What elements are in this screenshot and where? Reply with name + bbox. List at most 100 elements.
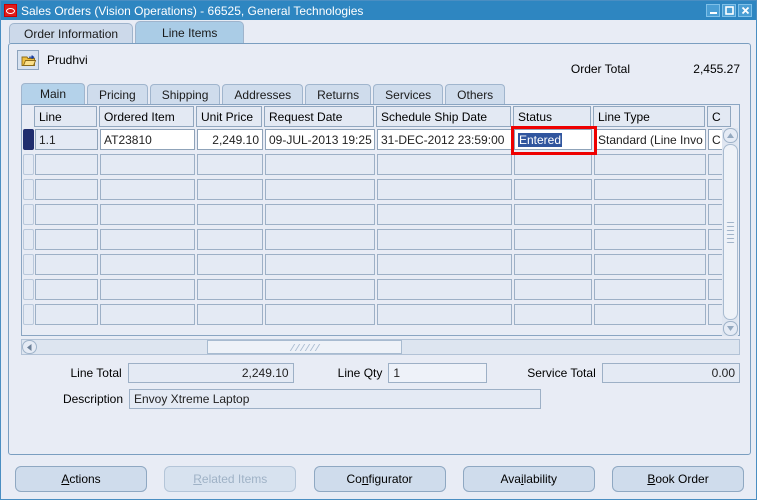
cell-schedule-ship-date[interactable] [377,204,512,225]
subtab-addresses[interactable]: Addresses [222,84,304,104]
table-row[interactable] [22,177,739,202]
record-indicator[interactable] [23,129,34,150]
cell-ordered-item[interactable] [100,229,195,250]
cell-ordered-item[interactable] [100,254,195,275]
tab-order-information[interactable]: Order Information [9,23,134,43]
cell-line-type[interactable]: Standard (Line Invo [594,129,706,150]
open-folder-icon[interactable] [17,50,39,70]
cell-line[interactable] [35,279,98,300]
cell-unit-price[interactable] [197,179,263,200]
subtab-others[interactable]: Others [445,84,506,104]
horizontal-scroll-track[interactable] [37,340,739,354]
cell-line-type[interactable] [594,254,706,275]
minimize-icon[interactable] [706,4,720,17]
tab-line-items[interactable]: Line Items [135,21,245,43]
cell-ordered-item[interactable] [100,204,195,225]
record-indicator[interactable] [23,304,34,325]
cell-request-date[interactable] [265,154,375,175]
cell-schedule-ship-date[interactable] [377,229,512,250]
cell-request-date[interactable] [265,204,375,225]
cell-schedule-ship-date[interactable] [377,304,512,325]
subtab-services[interactable]: Services [373,84,444,104]
cell-unit-price[interactable] [197,204,263,225]
subtab-main[interactable]: Main [21,83,86,104]
cell-line-type[interactable] [594,279,706,300]
scroll-down-icon[interactable] [722,321,738,336]
cell-line[interactable] [35,204,98,225]
cell-status[interactable] [514,179,592,200]
scroll-up-icon[interactable] [722,128,738,143]
cell-unit-price[interactable]: 2,249.10 [197,129,263,150]
cell-line-type[interactable] [594,179,706,200]
table-row[interactable] [22,252,739,277]
record-indicator[interactable] [23,204,34,225]
column-header-ordered-item[interactable]: Ordered Item [99,106,194,127]
cell-ordered-item[interactable] [100,304,195,325]
subtab-returns[interactable]: Returns [305,84,372,104]
cell-line[interactable] [35,229,98,250]
table-row[interactable] [22,302,739,327]
cell-schedule-ship-date[interactable] [377,279,512,300]
cell-status[interactable]: Entered [514,129,592,150]
cell-unit-price[interactable] [197,154,263,175]
description-value[interactable]: Envoy Xtreme Laptop [129,389,541,409]
cell-status[interactable] [514,279,592,300]
cell-ordered-item[interactable] [100,279,195,300]
line-qty-input[interactable]: 1 [388,363,488,383]
record-indicator[interactable] [23,229,34,250]
cell-schedule-ship-date[interactable] [377,254,512,275]
cell-unit-price[interactable] [197,304,263,325]
record-indicator[interactable] [23,279,34,300]
actions-button[interactable]: Actions [15,466,147,492]
cell-line[interactable]: 1.1 [35,129,98,150]
cell-status[interactable] [514,154,592,175]
column-header-line[interactable]: Line [34,106,97,127]
cell-request-date[interactable] [265,279,375,300]
table-row[interactable] [22,202,739,227]
cell-ordered-item[interactable] [100,179,195,200]
column-header-request-date[interactable]: Request Date [264,106,374,127]
grid-horizontal-scrollbar[interactable] [21,339,740,355]
cell-line-type[interactable] [594,304,706,325]
cell-line[interactable] [35,304,98,325]
cell-request-date[interactable] [265,254,375,275]
cell-request-date[interactable] [265,179,375,200]
column-header-unit-price[interactable]: Unit Price [196,106,262,127]
record-indicator[interactable] [23,179,34,200]
table-row[interactable]: 1.1 AT23810 2,249.10 09-JUL-2013 19:25 31-DE… [22,127,739,152]
book-order-button[interactable]: Book Order [612,466,744,492]
cell-unit-price[interactable] [197,279,263,300]
availability-button[interactable]: Availability [462,466,595,492]
horizontal-scroll-thumb[interactable] [207,340,402,354]
subtab-pricing[interactable]: Pricing [87,84,148,104]
cell-line-type[interactable] [594,204,706,225]
close-icon[interactable] [738,4,752,17]
cell-schedule-ship-date[interactable] [377,154,512,175]
cell-ordered-item[interactable] [100,154,195,175]
column-header-line-type[interactable]: Line Type [593,106,705,127]
cell-schedule-ship-date[interactable] [377,179,512,200]
cell-request-date[interactable] [265,229,375,250]
cell-request-date[interactable]: 09-JUL-2013 19:25 [265,129,375,150]
line-total-value[interactable]: 2,249.10 [127,363,294,383]
cell-status[interactable] [514,304,592,325]
column-header-schedule-ship-date[interactable]: Schedule Ship Date [376,106,511,127]
column-header-status[interactable]: Status [513,106,591,127]
column-header-c[interactable]: C [707,106,731,127]
cell-status[interactable] [514,229,592,250]
service-total-value[interactable]: 0.00 [601,363,741,383]
table-row[interactable] [22,152,739,177]
maximize-icon[interactable] [722,4,736,17]
grid-vertical-scrollbar[interactable] [722,128,738,336]
cell-line[interactable] [35,154,98,175]
cell-unit-price[interactable] [197,229,263,250]
cell-unit-price[interactable] [197,254,263,275]
table-row[interactable] [22,227,739,252]
record-indicator[interactable] [23,254,34,275]
cell-line-type[interactable] [594,154,706,175]
cell-request-date[interactable] [265,304,375,325]
subtab-shipping[interactable]: Shipping [149,84,221,104]
cell-line[interactable] [35,254,98,275]
record-indicator[interactable] [23,154,34,175]
table-row[interactable] [22,277,739,302]
